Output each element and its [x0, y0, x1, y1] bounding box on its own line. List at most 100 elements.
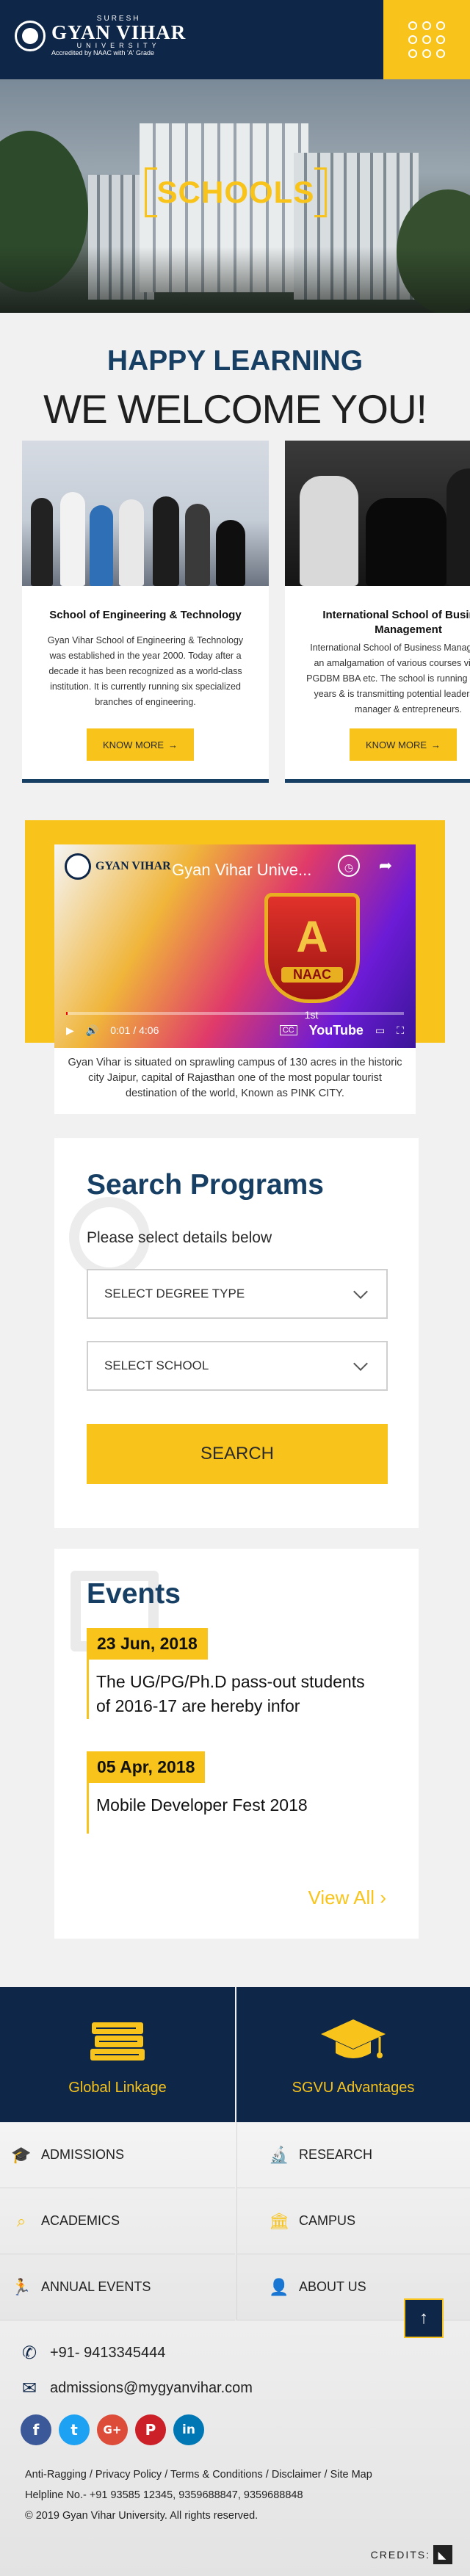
- badge-rank: 1st: [304, 1009, 319, 1021]
- volume-icon[interactable]: 🔊: [86, 1024, 98, 1037]
- menu-grid-button[interactable]: [383, 0, 470, 79]
- global-linkage-label: Global Linkage: [68, 2080, 167, 2096]
- school-description: Gyan Vihar School of Engineering & Techn…: [47, 635, 244, 707]
- logo-name: GYAN VIHAR: [51, 21, 187, 43]
- video-progress-bar[interactable]: [66, 1012, 404, 1015]
- footer-nav: 🎓 ADMISSIONS 🔬 RESEARCH ⌕ ACADEMICS 🏛 CA…: [0, 2122, 470, 2320]
- watch-later-icon[interactable]: ◷: [338, 855, 360, 877]
- google-plus-icon[interactable]: G+: [97, 2414, 128, 2445]
- know-more-label: KNOW MORE: [365, 739, 427, 750]
- captions-button[interactable]: CC: [279, 1025, 297, 1035]
- email-contact[interactable]: ✉ admissions@mygyanvihar.com: [19, 2378, 253, 2398]
- nav-annual-events[interactable]: 🏃 ANNUAL EVENTS: [0, 2254, 235, 2320]
- hero-banner: SCHOOLS: [0, 79, 470, 313]
- nav-label: CAMPUS: [299, 2213, 356, 2228]
- logo-accreditation: Accredited by NAAC with 'A' Grade: [51, 49, 154, 57]
- facebook-icon[interactable]: f: [21, 2414, 51, 2445]
- logo-text: SURESH GYAN VIHAR UNIVERSITY Accredited …: [51, 15, 186, 57]
- arrow-right-icon: →: [168, 739, 178, 750]
- school-title: International School of Business Managem…: [322, 609, 470, 636]
- nav-label: ADMISSIONS: [41, 2147, 125, 2162]
- view-all-link[interactable]: View All ›: [308, 1886, 386, 1909]
- terms-link[interactable]: Terms & Conditions: [170, 2469, 263, 2481]
- degree-type-select[interactable]: SELECT DEGREE TYPE: [87, 1269, 388, 1319]
- email-address: admissions@mygyanvihar.com: [50, 2379, 253, 2396]
- fullscreen-icon[interactable]: ⛶: [397, 1024, 404, 1037]
- hero-title: SCHOOLS: [156, 175, 315, 209]
- credits[interactable]: CREDITS: ◣: [371, 2545, 452, 2564]
- tagline: HAPPY LEARNING: [106, 345, 364, 377]
- nav-label: ANNUAL EVENTS: [41, 2279, 151, 2294]
- search-button[interactable]: SEARCH: [87, 1424, 388, 1484]
- envelope-icon: ✉: [21, 2378, 37, 2398]
- search-programs-subtitle: Please select details below: [87, 1229, 272, 1246]
- event-item[interactable]: 05 Apr, 2018 Mobile Developer Fest 2018: [87, 1751, 388, 1834]
- disclaimer-link[interactable]: Disclaimer: [272, 2469, 322, 2481]
- school-card: International School of Business Managem…: [285, 441, 470, 783]
- nav-campus[interactable]: 🏛 CAMPUS: [236, 2188, 470, 2254]
- naac-badge: A NAAC: [264, 893, 360, 1003]
- back-to-top-button[interactable]: ↑: [404, 2298, 444, 2338]
- graduation-cap-icon: 🎓: [11, 2145, 32, 2164]
- global-linkage-tile[interactable]: Global Linkage: [0, 1987, 235, 2122]
- site-map-link[interactable]: Site Map: [330, 2469, 372, 2481]
- event-item[interactable]: 23 Jun, 2018 The UG/PG/Ph.D pass-out stu…: [87, 1628, 388, 1719]
- footer-links: Anti-Ragging / Privacy Policy / Terms & …: [25, 2469, 372, 2481]
- nav-academics[interactable]: ⌕ ACADEMICS: [0, 2188, 235, 2254]
- chevron-down-icon: [353, 1284, 368, 1299]
- anti-ragging-link[interactable]: Anti-Ragging: [25, 2469, 87, 2481]
- menu-dot-icon: [436, 49, 445, 58]
- social-links: f t G+ P in: [21, 2414, 204, 2445]
- arrow-up-icon: ↑: [419, 2308, 428, 2328]
- menu-dot-icon: [422, 49, 431, 58]
- welcome-heading: WE WELCOME YOU!: [43, 386, 427, 432]
- menu-dot-icon: [408, 21, 417, 30]
- video-caption: Gyan Vihar is situated on sprawling camp…: [54, 1048, 416, 1114]
- share-icon[interactable]: ➦: [375, 855, 397, 877]
- youtube-logo[interactable]: YouTube: [309, 1023, 364, 1038]
- know-more-button[interactable]: KNOW MORE →: [350, 728, 457, 761]
- pinterest-icon[interactable]: P: [135, 2414, 166, 2445]
- menu-dot-icon: [422, 21, 431, 30]
- degree-type-value: SELECT DEGREE TYPE: [104, 1287, 245, 1300]
- know-more-label: KNOW MORE: [102, 739, 164, 750]
- menu-dot-icon: [436, 35, 445, 44]
- know-more-button[interactable]: KNOW MORE →: [87, 728, 194, 761]
- university-logo[interactable]: SURESH GYAN VIHAR UNIVERSITY Accredited …: [15, 15, 186, 57]
- sgvu-advantages-label: SGVU Advantages: [292, 2080, 415, 2096]
- nav-admissions[interactable]: 🎓 ADMISSIONS: [0, 2122, 235, 2188]
- nav-label: ACADEMICS: [41, 2213, 120, 2228]
- menu-dot-icon: [422, 35, 431, 44]
- chevron-right-icon: ›: [380, 1886, 386, 1909]
- search-programs-title: Search Programs: [87, 1169, 324, 1201]
- school-value: SELECT SCHOOL: [104, 1358, 209, 1372]
- copyright: © 2019 Gyan Vihar University. All rights…: [25, 2510, 258, 2522]
- linkedin-icon[interactable]: in: [173, 2414, 204, 2445]
- sgvu-advantages-tile[interactable]: SGVU Advantages: [236, 1987, 470, 2122]
- video-controls: ▶ 🔊 0:01 / 4:06 CC YouTube ▭ ⛶: [66, 1021, 404, 1039]
- hero-shade: [0, 247, 470, 313]
- badge-naac: NAAC: [281, 967, 343, 983]
- arrow-right-icon: →: [431, 739, 441, 750]
- privacy-policy-link[interactable]: Privacy Policy: [95, 2469, 162, 2481]
- twitter-icon[interactable]: t: [59, 2414, 90, 2445]
- video-player[interactable]: GYAN VIHAR Gyan Vihar Unive... ◷ ➦ A NAA…: [54, 844, 416, 1048]
- menu-dot-icon: [408, 35, 417, 44]
- event-text: The UG/PG/Ph.D pass-out students of 2016…: [96, 1672, 365, 1715]
- play-icon[interactable]: ▶: [66, 1024, 74, 1037]
- school-select[interactable]: SELECT SCHOOL: [87, 1341, 388, 1391]
- nav-label: ABOUT US: [299, 2279, 366, 2294]
- contact-section: ✆ +91- 9413345444 ✉ admissions@mygyanvih…: [0, 2320, 470, 2576]
- dance-icon: 🏃: [11, 2277, 32, 2296]
- page: SURESH GYAN VIHAR UNIVERSITY Accredited …: [0, 0, 470, 2576]
- school-title: School of Engineering & Technology: [49, 609, 242, 621]
- seal-icon: [65, 853, 91, 880]
- school-photo: [22, 441, 269, 586]
- chevron-down-icon: [353, 1356, 368, 1371]
- phone-number: +91- 9413345444: [50, 2344, 166, 2361]
- phone-contact[interactable]: ✆ +91- 9413345444: [19, 2342, 165, 2363]
- hero-title-frame: SCHOOLS: [145, 167, 327, 217]
- nav-research[interactable]: 🔬 RESEARCH: [236, 2122, 470, 2188]
- badge-grade: A: [296, 912, 328, 961]
- cast-icon[interactable]: ▭: [375, 1024, 385, 1037]
